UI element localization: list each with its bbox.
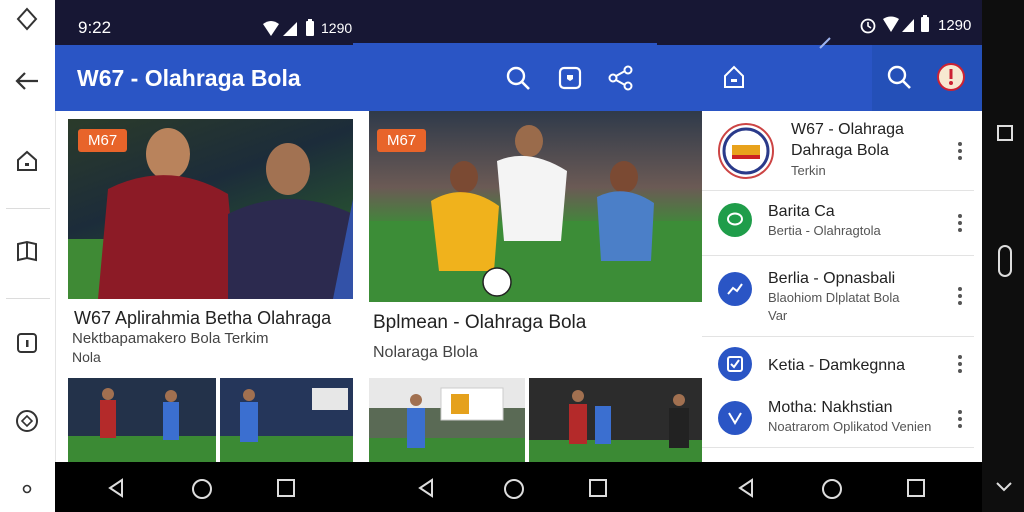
thumbnail-flag-image: [369, 387, 525, 462]
nav-back-icon-2[interactable]: [416, 477, 436, 499]
status-clock: 1290: [321, 20, 353, 36]
article-heading[interactable]: W67 Aplirahmia Betha Olahraga: [74, 308, 331, 329]
app-bar-3: [702, 45, 982, 111]
list-item[interactable]: W67 - Olahraga Dahraga Bola Terkin: [702, 111, 974, 191]
status-bar: 9:22 1290: [55, 0, 353, 45]
status-time: 9:22: [78, 18, 112, 37]
nav-recents-icon-2[interactable]: [588, 478, 608, 498]
dot-icon[interactable]: [12, 474, 42, 504]
status-bar-2: [353, 0, 702, 46]
list-item-subtitle: Blaohiom Dlplatat Bola: [768, 290, 900, 305]
book-icon[interactable]: [12, 236, 42, 266]
list-item[interactable]: Motha: Nakhstian Noatrarom Oplikatod Ven…: [702, 391, 974, 448]
list-item[interactable]: Ketia - Damkegnna: [702, 337, 974, 391]
page-title: W67 - Olahraga Bola: [77, 65, 301, 91]
article-subheading-2: Nolaraga Blola: [373, 344, 478, 361]
thumbnail-2[interactable]: [220, 378, 353, 462]
list-item[interactable]: Barita Ca Bertia - Olahragtola: [702, 191, 974, 256]
square-button-icon[interactable]: [996, 124, 1014, 142]
more-options-icon[interactable]: [958, 141, 962, 160]
status-bar-3: 1290: [702, 0, 982, 46]
checkbox-icon: [718, 347, 752, 381]
search-icon[interactable]: [505, 65, 531, 91]
bookmark-box-icon[interactable]: [557, 65, 583, 91]
more-options-icon[interactable]: [958, 410, 962, 428]
thumbnail-4[interactable]: [529, 378, 702, 462]
home-icon-2[interactable]: [722, 64, 746, 90]
signal-icon-3: [883, 16, 914, 32]
article-heading-2[interactable]: Bplmean - Olahraga Bola: [373, 312, 586, 334]
alarm-icon: [860, 18, 876, 34]
thumbnail-players-image-2: [529, 390, 702, 462]
profile-avatar-icon[interactable]: [936, 62, 966, 92]
list-item-title-line2: Dahraga Bola: [791, 142, 889, 159]
chart-line-icon: [718, 272, 752, 306]
chat-bubble-icon: [718, 203, 752, 237]
info-box-icon[interactable]: [12, 328, 42, 358]
more-options-icon[interactable]: [958, 287, 962, 305]
nav-recents-icon[interactable]: [276, 478, 296, 498]
list-item-subtitle: Bertia - Olahragtola: [768, 223, 881, 238]
list-item[interactable]: Berlia - Opnasbali Blaohiom Dlplatat Bol…: [702, 256, 974, 337]
list-item-subtitle: Terkin: [791, 163, 826, 178]
signal-icon: [263, 21, 297, 36]
thumbnail-3[interactable]: [369, 378, 525, 462]
nav-home-icon-3[interactable]: [820, 477, 844, 501]
app-bar-2: [353, 45, 702, 111]
refresh-icon[interactable]: [12, 406, 42, 436]
hero-image[interactable]: M67: [68, 119, 353, 299]
list-item-subtitle-line2: Var: [768, 308, 788, 323]
home-icon[interactable]: [12, 146, 42, 176]
share-icon[interactable]: [607, 65, 635, 91]
chevron-down-icon[interactable]: [995, 480, 1013, 494]
list-item-title: Motha: Nakhstian: [768, 399, 893, 416]
logo-badge-icon: [718, 123, 774, 179]
right-hardware-rail: [982, 0, 1024, 512]
list-item-title: Berlia - Opnasbali: [768, 270, 896, 287]
pill-button-icon[interactable]: [997, 244, 1013, 278]
search-icon-2[interactable]: [886, 64, 912, 90]
article-caption: Nola: [72, 349, 101, 365]
thumbnail-stadium-image: [220, 388, 353, 462]
nav-recents-icon-3[interactable]: [906, 478, 926, 498]
slash-mark: [819, 37, 831, 49]
hero-badge: M67: [78, 129, 128, 152]
back-arrow-icon[interactable]: [12, 66, 42, 96]
nav-back-icon-3[interactable]: [736, 477, 756, 499]
thumbnail-1[interactable]: [68, 378, 216, 462]
list-item-subtitle: Noatrarom Oplikatod Venien: [768, 419, 932, 434]
diamond-icon[interactable]: [12, 4, 42, 34]
hero-badge-2: M67: [377, 129, 427, 152]
mail-icon: [718, 401, 752, 435]
nav-home-icon[interactable]: [190, 477, 214, 501]
left-navigation-rail: [0, 0, 56, 512]
status-clock-3: 1290: [938, 17, 972, 34]
more-options-icon[interactable]: [958, 355, 962, 373]
thumbnail-players-image: [68, 388, 216, 462]
battery-icon-3: [921, 15, 929, 32]
article-subheading: Nektbapamakero Bola Terkim: [72, 330, 269, 347]
list-item-title: Ketia - Damkegnna: [768, 357, 905, 374]
more-options-icon[interactable]: [958, 214, 962, 232]
battery-icon: [306, 19, 314, 36]
list-item-title: Barita Ca: [768, 203, 835, 220]
nav-home-icon-2[interactable]: [502, 477, 526, 501]
app-bar: W67 - Olahraga Bola: [55, 45, 353, 111]
hero-image-2[interactable]: M67: [369, 111, 702, 302]
list-item-title: W67 - Olahraga: [791, 121, 904, 138]
nav-back-icon[interactable]: [106, 477, 126, 499]
system-nav-bar-2: [353, 462, 702, 512]
